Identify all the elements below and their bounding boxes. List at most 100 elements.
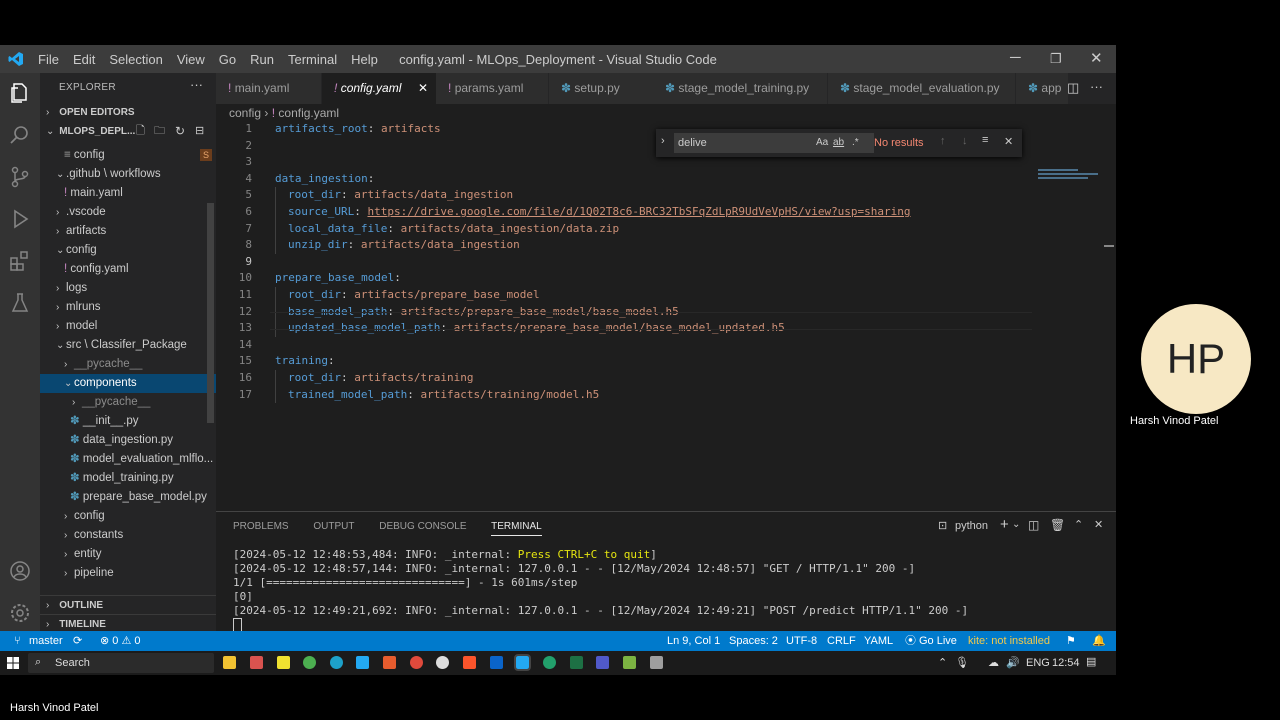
vscode-active-icon[interactable] <box>514 654 531 671</box>
project-root[interactable]: ⌄ MLOPS_DEPL... 🗋 🗀 ↻ ⊟ <box>40 122 216 141</box>
explorer-icon[interactable] <box>8 81 32 105</box>
tab-params-yaml[interactable]: ! params.yaml <box>436 73 548 104</box>
menu-edit[interactable]: Edit <box>73 52 95 67</box>
new-terminal-icon[interactable]: + <box>1000 516 1009 533</box>
tab-stage-model-training[interactable]: ✽ stage_model_training.py <box>653 73 827 104</box>
tab-config-yaml[interactable]: ! config.yaml ✕ <box>322 73 436 104</box>
tree-folder-mlruns[interactable]: › mlruns <box>40 298 232 317</box>
brave-icon[interactable] <box>463 656 476 669</box>
notification-center-icon[interactable]: ▤ <box>1086 655 1096 668</box>
outlook-icon[interactable] <box>490 656 503 669</box>
refresh-icon[interactable]: ↻ <box>175 122 185 141</box>
menu-file[interactable]: File <box>38 52 59 67</box>
go-live-button[interactable]: Go Live <box>919 631 957 651</box>
tab-debug-console[interactable]: DEBUG CONSOLE <box>379 521 466 532</box>
tree-folder-logs[interactable]: › logs <box>40 279 232 298</box>
restore-icon[interactable]: ❐ <box>1050 51 1062 67</box>
tree-folder-config[interactable]: ⌄ config <box>40 241 232 260</box>
branch-name[interactable]: master <box>29 631 63 651</box>
tree-folder-pipeline[interactable]: › pipeline <box>40 564 240 583</box>
tree-folder-github[interactable]: ⌄ .github \ workflows <box>40 165 232 184</box>
tree-folder-src[interactable]: ⌄ src \ Classifer_Package <box>40 336 232 355</box>
match-case-button[interactable]: Aa <box>816 137 828 148</box>
file-explorer-icon[interactable] <box>223 656 236 669</box>
outline-section[interactable]: › OUTLINE <box>40 595 216 615</box>
next-match-icon[interactable]: ↓ <box>962 135 968 147</box>
edge-icon[interactable] <box>330 656 343 669</box>
tab-app[interactable]: ✽ app <box>1016 73 1068 104</box>
source-control-icon[interactable] <box>8 165 32 189</box>
taskbar-search-box[interactable]: ⌕ Search <box>28 653 214 673</box>
menu-go[interactable]: Go <box>219 52 236 67</box>
tree-folder-entity[interactable]: › entity <box>40 545 240 564</box>
tray-chevron-up-icon[interactable]: ⌃ <box>938 656 947 669</box>
tree-folder-vscode[interactable]: › .vscode <box>40 203 232 222</box>
menu-view[interactable]: View <box>177 52 205 67</box>
app-icon[interactable] <box>543 656 556 669</box>
volume-icon[interactable]: 🔊 <box>1006 656 1020 669</box>
tab-output[interactable]: OUTPUT <box>313 521 354 532</box>
language-mode[interactable]: YAML <box>864 631 893 651</box>
clock-time[interactable]: 12:54 <box>1052 657 1080 669</box>
line-ending[interactable]: CRLF <box>827 631 856 651</box>
run-debug-icon[interactable] <box>8 207 32 231</box>
settings-gear-icon[interactable] <box>8 601 32 625</box>
find-in-selection-icon[interactable]: ≡ <box>982 134 988 146</box>
encoding[interactable]: UTF-8 <box>786 631 817 651</box>
more-actions-icon[interactable]: ··· <box>1090 79 1103 94</box>
tab-terminal[interactable]: TERMINAL <box>491 521 542 536</box>
indentation[interactable]: Spaces: 2 <box>729 631 778 651</box>
tree-folder-artifacts[interactable]: › artifacts <box>40 222 232 241</box>
trash-icon[interactable]: 🗑 <box>1050 518 1065 532</box>
close-panel-icon[interactable]: ✕ <box>1094 518 1103 531</box>
sync-icon[interactable]: ⟳ <box>73 631 82 651</box>
new-folder-icon[interactable]: 🗀 <box>154 122 165 141</box>
tree-folder-config-2[interactable]: › config <box>40 507 240 526</box>
collapse-all-icon[interactable]: ⊟ <box>195 122 204 141</box>
app-icon[interactable] <box>623 656 636 669</box>
previous-match-icon[interactable]: ↑ <box>940 135 946 147</box>
close-tab-icon[interactable]: ✕ <box>418 73 428 104</box>
minimize-icon[interactable]: ─ <box>1010 49 1021 66</box>
input-language[interactable]: ENG <box>1026 657 1050 669</box>
microphone-icon[interactable]: 🎙 <box>955 656 969 669</box>
maximize-panel-icon[interactable]: ⌃ <box>1074 518 1083 531</box>
app-icon[interactable] <box>250 656 263 669</box>
tab-setup-py[interactable]: ✽ setup.py <box>549 73 653 104</box>
app-icon[interactable] <box>383 656 396 669</box>
terminal-shell-select[interactable]: python <box>955 520 988 532</box>
excel-icon[interactable] <box>570 656 583 669</box>
menu-terminal[interactable]: Terminal <box>288 52 337 67</box>
close-find-icon[interactable]: ✕ <box>1004 135 1013 148</box>
regex-button[interactable]: .* <box>852 137 859 148</box>
problems-count[interactable]: ⊗ 0 ⚠ 0 <box>100 631 140 651</box>
testing-flask-icon[interactable] <box>8 291 32 315</box>
kite-status[interactable]: kite: not installed <box>968 631 1050 651</box>
terminal-output[interactable]: [2024-05-12 12:48:53,484: INFO: _interna… <box>233 548 968 632</box>
tree-item-config-file[interactable]: ≡ config S <box>40 146 240 165</box>
account-icon[interactable] <box>8 559 32 583</box>
split-editor-icon[interactable]: ◫ <box>1067 80 1079 96</box>
tree-folder-constants[interactable]: › constants <box>40 526 240 545</box>
tree-item-main-yaml[interactable]: ! main.yaml <box>40 184 240 203</box>
more-actions-icon[interactable]: ··· <box>190 77 203 92</box>
close-window-icon[interactable]: ✕ <box>1090 49 1103 67</box>
app-icon[interactable] <box>277 656 290 669</box>
app-icon[interactable] <box>410 656 423 669</box>
chrome-icon[interactable] <box>303 656 316 669</box>
feedback-icon[interactable]: ⚑ <box>1066 631 1076 651</box>
match-word-button[interactable]: ab <box>833 137 844 148</box>
cursor-position[interactable]: Ln 9, Col 1 <box>667 631 720 651</box>
app-icon[interactable] <box>436 656 449 669</box>
notifications-bell-icon[interactable]: 🔔 <box>1092 631 1106 651</box>
menu-selection[interactable]: Selection <box>109 52 162 67</box>
menu-run[interactable]: Run <box>250 52 274 67</box>
menu-help[interactable]: Help <box>351 52 378 67</box>
tab-problems[interactable]: PROBLEMS <box>233 521 289 532</box>
tab-main-yaml[interactable]: ! main.yaml <box>216 73 321 104</box>
vscode-icon[interactable] <box>356 656 369 669</box>
toggle-replace-icon[interactable]: › <box>661 135 665 147</box>
split-terminal-icon[interactable]: ◫ <box>1028 518 1039 532</box>
chevron-down-icon[interactable]: ⌄ <box>1012 519 1020 530</box>
teams-icon[interactable] <box>596 656 609 669</box>
